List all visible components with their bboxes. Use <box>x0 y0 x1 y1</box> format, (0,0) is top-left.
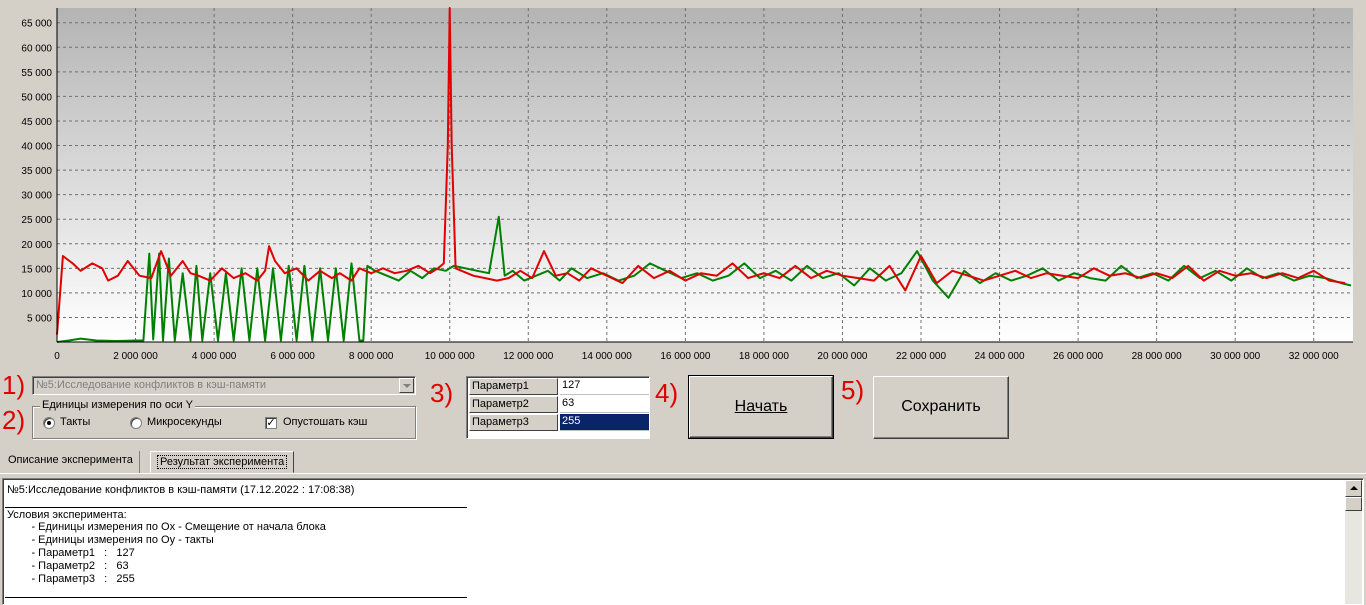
x-tick-label: 24 000 000 <box>975 351 1025 362</box>
y-tick-label: 35 000 <box>21 166 52 177</box>
radio-ticks-label[interactable]: Такты <box>60 416 90 428</box>
y-tick-label: 45 000 <box>21 117 52 128</box>
plot-background <box>57 8 1353 342</box>
x-tick-label: 4 000 000 <box>192 351 237 362</box>
x-tick-label: 26 000 000 <box>1053 351 1103 362</box>
result-line: - Единицы измерения по Oy - такты <box>7 534 214 546</box>
experiment-select-value: №5:Исследование конфликтов в кэш-памяти <box>36 379 267 391</box>
x-tick-label: 6 000 000 <box>270 351 315 362</box>
x-tick-label: 8 000 000 <box>349 351 394 362</box>
x-tick-label: 32 000 000 <box>1289 351 1339 362</box>
y-tick-label: 20 000 <box>21 240 52 251</box>
save-button[interactable]: Сохранить <box>873 376 1009 439</box>
y-tick-label: 55 000 <box>21 68 52 79</box>
scroll-thumb[interactable] <box>1345 497 1362 511</box>
y-tick-label: 10 000 <box>21 289 52 300</box>
step-3-label: 3) <box>430 378 454 408</box>
separator <box>5 597 467 598</box>
tab-result[interactable]: Результат эксперимента <box>150 451 295 473</box>
param-value-cell-selected[interactable]: 255 <box>560 414 649 431</box>
x-tick-label: 30 000 000 <box>1210 351 1260 362</box>
tab-description[interactable]: Описание эксперимента <box>2 451 140 473</box>
step-2-label: 2) <box>2 405 26 435</box>
result-line: - Параметр2 : 63 <box>7 560 129 572</box>
x-tick-label: 14 000 000 <box>582 351 632 362</box>
flush-cache-label[interactable]: Опустошать кэш <box>283 416 367 428</box>
result-header: №5:Исследование конфликтов в кэш-памяти … <box>7 484 355 496</box>
y-tick-label: 30 000 <box>21 191 52 202</box>
y-tick-label: 40 000 <box>21 142 52 153</box>
param-name: Параметр1 <box>469 378 558 395</box>
param-row: Параметр2 63 <box>469 396 649 413</box>
x-tick-label: 0 <box>54 351 60 362</box>
y-tick-label: 5 000 <box>27 313 52 324</box>
param-name: Параметр2 <box>469 396 558 413</box>
start-button-label: Начать <box>734 398 788 415</box>
experiment-select[interactable]: №5:Исследование конфликтов в кэш-памяти <box>32 376 416 395</box>
radio-microseconds[interactable] <box>130 417 142 429</box>
x-tick-label: 18 000 000 <box>739 351 789 362</box>
radio-microseconds-label[interactable]: Микросекунды <box>147 416 222 428</box>
step-1-label: 1) <box>2 370 26 400</box>
separator <box>5 507 467 508</box>
x-tick-label: 10 000 000 <box>425 351 475 362</box>
param-name: Параметр3 <box>469 414 558 431</box>
vertical-scrollbar[interactable] <box>1345 480 1362 604</box>
result-line: - Единицы измерения по Ox - Смещение от … <box>7 521 326 533</box>
x-tick-label: 12 000 000 <box>503 351 553 362</box>
scroll-up-icon[interactable] <box>1345 480 1362 497</box>
radio-ticks[interactable] <box>43 417 55 429</box>
y-tick-label: 15 000 <box>21 264 52 275</box>
flush-cache-checkbox[interactable]: ✓ <box>265 417 277 429</box>
y-tick-label: 50 000 <box>21 92 52 103</box>
result-line: - Параметр3 : 255 <box>7 573 135 585</box>
y-tick-label: 65 000 <box>21 19 52 30</box>
params-grid: Параметр1 127 Параметр2 63 Параметр3 255 <box>466 376 650 439</box>
step-5-label: 5) <box>841 375 865 405</box>
param-value-cell[interactable]: 63 <box>560 396 649 413</box>
y-units-group-title: Единицы измерения по оси Y <box>40 399 196 411</box>
y-tick-label: 25 000 <box>21 215 52 226</box>
y-tick-label: 60 000 <box>21 43 52 54</box>
chart-area: 5 000 10 000 15 000 20 000 25 000 30 000 35 00… <box>0 0 1366 368</box>
line-chart: 5 000 10 000 15 000 20 000 25 000 30 000 35 00… <box>21 7 1353 362</box>
x-tick-label: 20 000 000 <box>817 351 867 362</box>
step-4-label: 4) <box>655 378 679 408</box>
start-button[interactable]: Начать <box>688 375 834 439</box>
tab-result-label: Результат эксперимента <box>157 455 288 469</box>
result-line: - Параметр1 : 127 <box>7 547 135 559</box>
tab-strip-line <box>0 473 1366 474</box>
param-row: Параметр1 127 <box>469 378 649 395</box>
x-tick-label: 16 000 000 <box>660 351 710 362</box>
tab-description-label: Описание эксперимента <box>8 454 133 466</box>
result-text-area[interactable]: №5:Исследование конфликтов в кэш-памяти … <box>2 478 1364 605</box>
x-tick-label: 28 000 000 <box>1132 351 1182 362</box>
y-units-group: Единицы измерения по оси Y Такты Микросе… <box>32 399 416 439</box>
x-tick-label: 22 000 000 <box>896 351 946 362</box>
param-row: Параметр3 255 <box>469 414 649 431</box>
chevron-down-icon[interactable] <box>399 378 414 393</box>
param-value-cell[interactable]: 127 <box>560 378 649 395</box>
x-tick-label: 2 000 000 <box>113 351 158 362</box>
save-button-label: Сохранить <box>901 398 981 415</box>
